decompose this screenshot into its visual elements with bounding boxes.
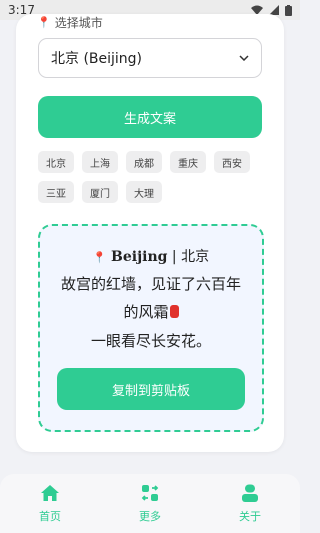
result-title-separator: | xyxy=(167,249,182,265)
city-chip[interactable]: 大理 xyxy=(126,181,162,203)
city-chip[interactable]: 厦门 xyxy=(82,181,118,203)
result-box: 📍 Beijing | 北京 故宫的红墙，见证了六百年 的风霜 一眼看尽长安花。… xyxy=(38,224,264,432)
location-pin-icon: 📍 xyxy=(92,251,107,264)
city-chip[interactable]: 重庆 xyxy=(170,151,206,173)
result-title: 📍 Beijing | 北京 xyxy=(40,246,262,266)
city-select[interactable]: 北京 (Beijing) xyxy=(38,38,262,78)
nav-item-label: 首页 xyxy=(39,510,61,523)
city-chips: 北京 上海 成都 重庆 西安 三亚 厦门 大理 xyxy=(38,151,262,203)
nav-item-label: 关于 xyxy=(239,510,261,523)
nav-item-about[interactable]: 关于 xyxy=(200,474,300,533)
user-icon xyxy=(242,484,258,502)
city-chip[interactable]: 北京 xyxy=(38,151,74,173)
generate-button[interactable]: 生成文案 xyxy=(38,96,262,138)
result-line: 故宫的红墙，见证了六百年 xyxy=(60,275,241,293)
location-pin-icon: 📍 xyxy=(37,16,51,29)
city-chip[interactable]: 三亚 xyxy=(38,181,74,203)
city-label-text: 选择城市 xyxy=(54,16,103,30)
result-line: 一眼看尽长安花。 xyxy=(90,332,211,350)
city-chip[interactable]: 成都 xyxy=(126,151,162,173)
nav-item-label: 更多 xyxy=(139,510,161,523)
more-icon xyxy=(141,485,159,501)
result-line-2: 的风霜 xyxy=(40,301,262,322)
result-title-en: Beijing xyxy=(111,249,168,265)
chevron-down-icon xyxy=(239,55,249,61)
city-label: 📍 选择城市 xyxy=(37,14,103,31)
lantern-icon xyxy=(169,305,179,318)
bottom-nav: 首页 更多 关于 xyxy=(0,474,300,533)
result-title-zh: 北京 xyxy=(181,249,210,265)
nav-item-home[interactable]: 首页 xyxy=(0,474,100,533)
main-card: 📍 选择城市 北京 (Beijing) 生成文案 北京 上海 成都 重庆 西安 … xyxy=(16,14,284,452)
home-icon xyxy=(41,485,59,501)
nav-item-more[interactable]: 更多 xyxy=(100,474,200,533)
city-select-value: 北京 (Beijing) xyxy=(51,51,143,67)
battery-icon xyxy=(285,4,292,16)
copy-button[interactable]: 复制到剪贴板 xyxy=(57,368,245,410)
result-line-text: 的风霜 xyxy=(123,303,169,321)
city-chip[interactable]: 西安 xyxy=(214,151,250,173)
city-chip[interactable]: 上海 xyxy=(82,151,118,173)
